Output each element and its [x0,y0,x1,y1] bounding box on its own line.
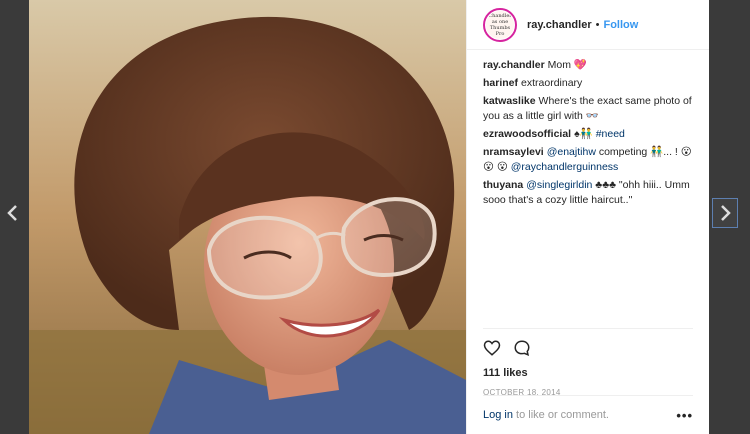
comment-text: ♠👬 [574,128,593,140]
portrait-image [29,0,466,434]
chevron-right-icon [721,205,731,221]
previous-post-button[interactable] [0,198,26,228]
login-prompt: Log in to like or comment. [483,409,609,421]
comment-item: nramsaylevi @enajtihw competing 👬... ! 😮😮… [483,145,693,175]
comment-item: thuyana @singlegirldin ♣♣♣ "ohh hiii.. Um… [483,178,693,208]
actions-bar: 111 likes OCTOBER 18, 2014 [483,328,693,397]
mention-link[interactable]: @enajtihw [547,146,596,158]
hashtag-link[interactable]: #need [596,128,625,140]
mention-link[interactable]: @raychandlerguinness [511,161,619,173]
header-username[interactable]: ray.chandler [527,19,592,31]
comment-username[interactable]: ezrawoodsofficial [483,128,571,140]
comment-username[interactable]: harinef [483,77,518,89]
follow-button[interactable]: Follow [603,19,638,31]
chevron-left-icon [7,205,17,221]
comment-item: ray.chandler Mom 💖 [483,58,693,73]
comment-text: extraordinary [521,77,583,89]
comment-list: ray.chandler Mom 💖 harinef extraordinary k… [467,50,709,208]
comment-username[interactable]: katwaslike [483,95,536,107]
mention-link[interactable]: @singlegirldin [526,179,592,191]
comment-icon[interactable] [513,339,531,357]
comment-item: ezrawoodsofficial ♠👬 #need [483,127,693,142]
more-options-button[interactable]: ••• [676,408,693,423]
likes-count[interactable]: 111 likes [483,367,693,379]
post-header: Chandler as one Thumbs Pro ray.chandler … [467,0,709,50]
next-post-button[interactable] [712,198,738,228]
post-modal: Chandler as one Thumbs Pro ray.chandler … [29,0,709,434]
comment-item: katwaslike Where's the exact same photo o… [483,94,693,124]
avatar[interactable]: Chandler as one Thumbs Pro [483,7,517,42]
post-footer: Log in to like or comment. ••• [483,395,693,434]
login-link[interactable]: Log in [483,409,513,421]
comment-username[interactable]: nramsaylevi [483,146,544,158]
action-icons [483,337,693,359]
post-photo [29,0,466,434]
comment-username[interactable]: thuyana [483,179,523,191]
post-sidebar: Chandler as one Thumbs Pro ray.chandler … [466,0,709,434]
comment-item: harinef extraordinary [483,76,693,91]
comment-text-prefix: 😮 [496,161,511,173]
comment-username[interactable]: ray.chandler [483,59,545,71]
heart-icon[interactable] [483,339,501,357]
comment-text: Mom 💖 [547,59,587,71]
separator-dot: • [595,18,600,31]
